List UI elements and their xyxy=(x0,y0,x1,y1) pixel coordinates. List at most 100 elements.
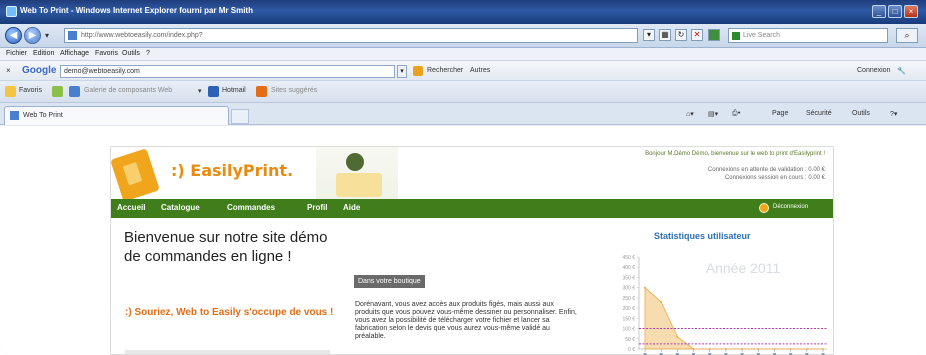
y-tick-label: 400 € xyxy=(622,265,635,271)
tab-bar: Web To Print ⌂▾ ▤▾ ⎙▾ Page Sécurité Outi… xyxy=(0,103,926,125)
data-point xyxy=(676,335,679,338)
web-slice-icon xyxy=(69,86,80,97)
y-tick-label: 200 € xyxy=(622,306,635,312)
close-button[interactable]: × xyxy=(904,5,918,18)
window-title: Web To Print - Windows Internet Explorer… xyxy=(20,6,253,15)
nav-profil[interactable]: Profil xyxy=(307,203,327,212)
welcome-user-text: Bonjour M.Démo Démo, bienvenue sur le we… xyxy=(645,151,825,157)
page-menu[interactable]: Page xyxy=(772,110,788,117)
feeds-icon[interactable]: ▤▾ xyxy=(708,110,718,118)
logout-icon[interactable] xyxy=(759,203,769,213)
title-bar: Web To Print - Windows Internet Explorer… xyxy=(0,0,926,24)
compatibility-icon[interactable]: ▦ xyxy=(659,29,671,41)
site-nav-bar: Accueil Catalogue Commandes Profil Aide … xyxy=(111,199,833,218)
favorite-link-hotmail[interactable]: Hotmail xyxy=(222,87,246,94)
nav-aide[interactable]: Aide xyxy=(343,203,360,212)
favorites-bar: Favoris Galerie de composants Web ▾ Hotm… xyxy=(0,81,926,103)
google-toolbar: × Google demo@webtoeasily.com ▾ Recherch… xyxy=(0,61,926,81)
live-search-icon xyxy=(732,32,740,40)
data-point xyxy=(644,286,646,289)
google-search-query: demo@webtoeasily.com xyxy=(64,68,140,75)
forward-arrow-icon[interactable]: ▶ xyxy=(24,27,41,44)
description-text: Dorénavant, vous avez accès aux produits… xyxy=(355,301,577,340)
address-dropdown-icon[interactable]: ▾ xyxy=(643,29,655,41)
google-signin-button[interactable]: Connexion xyxy=(857,67,890,74)
wrench-icon[interactable]: 🔧 xyxy=(897,67,906,75)
back-arrow-icon[interactable]: ◀ xyxy=(5,27,22,44)
refresh-icon[interactable]: ↻ xyxy=(675,29,687,41)
menu-item-tools[interactable]: Outils xyxy=(122,50,140,57)
google-logo: Google xyxy=(22,65,57,76)
tab-web-to-print[interactable]: Web To Print xyxy=(4,106,229,125)
menu-item-favorites[interactable]: Favoris xyxy=(95,50,118,57)
y-tick-label: 150 € xyxy=(622,316,635,322)
live-search-placeholder: Live Search xyxy=(743,32,780,39)
site-banner: :) EasilyPrint. Bonjour M.Démo Démo, bie… xyxy=(110,147,833,202)
google-history-dropdown[interactable]: ▾ xyxy=(397,65,407,78)
favorites-button[interactable]: Favoris xyxy=(19,87,42,94)
url-text: http://www.webtoeasily.com/index.php? xyxy=(81,32,203,39)
live-search-input[interactable]: Live Search xyxy=(728,28,888,43)
page-icon xyxy=(68,31,77,40)
google-search-button[interactable]: Rechercher xyxy=(427,67,463,74)
close-toolbar-icon[interactable]: × xyxy=(6,66,11,75)
help-icon[interactable]: ?▾ xyxy=(890,110,897,118)
favorites-star-icon xyxy=(5,86,16,97)
home-icon[interactable]: ⌂▾ xyxy=(686,110,694,118)
menu-bar: Fichier Edition Affichage Favoris Outils… xyxy=(0,48,926,61)
live-search-logo-icon xyxy=(708,29,720,41)
maximize-button[interactable]: □ xyxy=(888,5,902,18)
welcome-heading: Bienvenue sur notre site démo de command… xyxy=(124,229,328,265)
connexions-pending-text: Connexions en attente de validation : 0.… xyxy=(707,167,825,173)
menu-item-edit[interactable]: Edition xyxy=(33,50,54,57)
chart-title: Année 2011 xyxy=(706,260,781,276)
menu-item-view[interactable]: Affichage xyxy=(60,50,89,57)
website-container: :) EasilyPrint. Bonjour M.Démo Démo, bie… xyxy=(110,146,834,355)
connexions-session-text: Connexions session en cours : 0.00 € xyxy=(724,175,825,181)
page-viewport: :) EasilyPrint. Bonjour M.Démo Démo, bie… xyxy=(0,126,926,355)
history-dropdown-icon[interactable]: ▾ xyxy=(45,31,49,40)
logout-link[interactable]: Déconnexion xyxy=(773,204,808,210)
y-tick-label: 250 € xyxy=(622,296,635,302)
nav-commandes[interactable]: Commandes xyxy=(227,203,275,212)
google-more-button[interactable]: Autres xyxy=(470,67,490,74)
minimize-button[interactable]: _ xyxy=(872,5,886,18)
y-tick-label: 300 € xyxy=(622,286,635,292)
search-go-icon[interactable]: ⌕ xyxy=(896,28,918,43)
slogan-text: :) Souriez, Web to Easily s'occupe de vo… xyxy=(125,307,334,318)
hotmail-icon xyxy=(208,86,219,97)
favorite-link-dropdown-icon[interactable]: ▾ xyxy=(198,87,202,95)
new-tab-button[interactable] xyxy=(231,109,249,124)
y-tick-label: 350 € xyxy=(622,275,635,281)
security-menu[interactable]: Sécurité xyxy=(806,110,832,117)
nav-catalogue[interactable]: Catalogue xyxy=(161,203,200,212)
browser-window: Web To Print - Windows Internet Explorer… xyxy=(0,0,926,355)
series-area xyxy=(644,286,823,350)
google-search-icon xyxy=(413,66,423,76)
menu-item-file[interactable]: Fichier xyxy=(6,50,27,57)
price-tag-logo-icon xyxy=(110,148,160,202)
shop-button[interactable]: Dans votre boutique xyxy=(354,275,425,288)
y-tick-label: 450 € xyxy=(622,255,635,261)
menu-item-help[interactable]: ? xyxy=(146,50,150,57)
y-tick-label: 50 € xyxy=(625,337,635,343)
stats-title: Statistiques utilisateur xyxy=(654,231,751,241)
y-tick-label: 100 € xyxy=(622,327,635,333)
favorite-link-gallery[interactable]: Galerie de composants Web xyxy=(84,87,172,94)
data-point xyxy=(660,301,663,303)
internet-explorer-icon xyxy=(6,6,17,17)
site-logo-text[interactable]: :) EasilyPrint. xyxy=(171,161,293,180)
address-field[interactable]: http://www.webtoeasily.com/index.php? xyxy=(64,28,638,43)
y-tick-label: 0 € xyxy=(628,347,635,353)
tools-menu[interactable]: Outils xyxy=(852,110,870,117)
stop-icon[interactable]: ✕ xyxy=(691,29,703,41)
tab-page-icon xyxy=(10,111,19,120)
suggested-sites-icon xyxy=(256,86,267,97)
print-icon[interactable]: ⎙▾ xyxy=(732,110,741,118)
cut-off-text xyxy=(125,350,330,354)
favorite-link-suggested[interactable]: Sites suggérés xyxy=(271,87,317,94)
google-search-input[interactable]: demo@webtoeasily.com xyxy=(60,65,395,78)
nav-accueil[interactable]: Accueil xyxy=(117,203,145,212)
add-favorite-icon[interactable] xyxy=(52,86,63,97)
user-stats-chart: Année 2011 450 € 400 € 350 € 300 € 250 € 200 €… xyxy=(622,255,827,355)
